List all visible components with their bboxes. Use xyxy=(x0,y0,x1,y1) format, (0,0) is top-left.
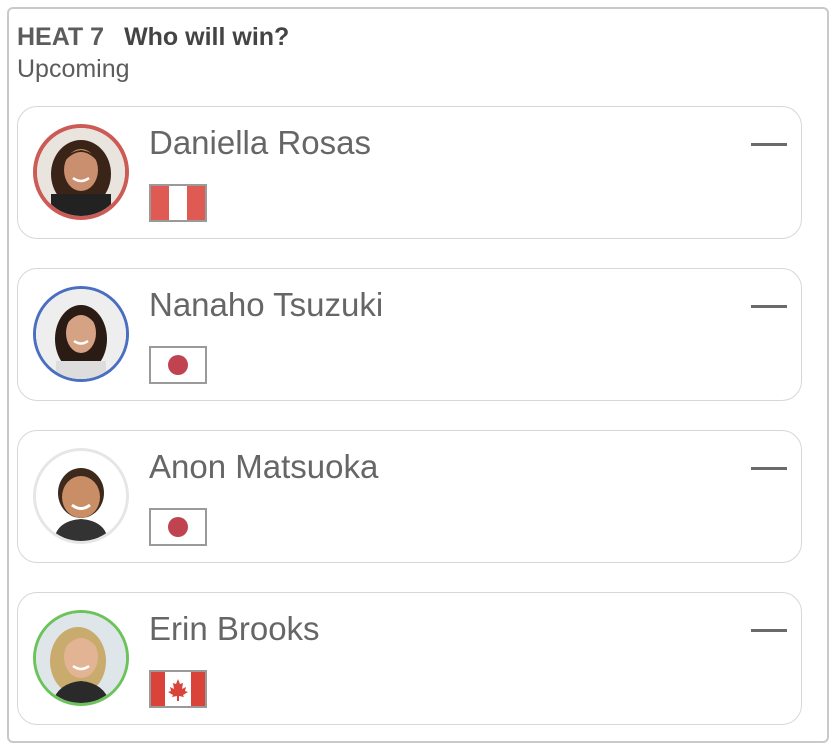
japan-flag-icon xyxy=(149,346,207,384)
athlete-avatar xyxy=(33,610,129,706)
athlete-card[interactable]: Nanaho Tsuzuki xyxy=(17,268,802,401)
athlete-name: Daniella Rosas xyxy=(149,124,371,161)
japan-flag-icon xyxy=(149,508,207,546)
athlete-name: Anon Matsuoka xyxy=(149,448,379,485)
odds-placeholder xyxy=(751,305,787,308)
heat-title: HEAT 7 Who will win? xyxy=(17,22,289,52)
heat-status: Upcoming xyxy=(17,55,130,83)
peru-flag-icon xyxy=(149,184,207,222)
odds-placeholder xyxy=(751,467,787,470)
athlete-avatar xyxy=(33,124,129,220)
odds-placeholder xyxy=(751,629,787,632)
athlete-card[interactable]: Daniella Rosas xyxy=(17,106,802,239)
athlete-avatar xyxy=(33,286,129,382)
athlete-name: Nanaho Tsuzuki xyxy=(149,286,384,323)
athlete-name: Erin Brooks xyxy=(149,610,320,647)
athlete-card[interactable]: Erin Brooks xyxy=(17,592,802,725)
athlete-avatar xyxy=(33,448,129,544)
heat-label: HEAT 7 xyxy=(17,23,105,51)
athlete-card[interactable]: Anon Matsuoka xyxy=(17,430,802,563)
heat-header: HEAT 7 Who will win? Upcoming xyxy=(17,22,289,84)
canada-flag-icon xyxy=(149,670,207,708)
odds-placeholder xyxy=(751,143,787,146)
heat-question: Who will win? xyxy=(124,23,290,51)
